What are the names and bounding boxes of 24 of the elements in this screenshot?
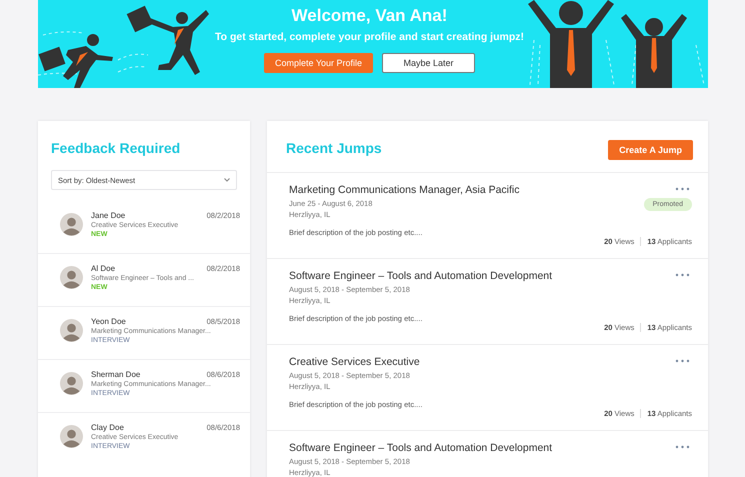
- more-options-icon[interactable]: [675, 359, 690, 363]
- recent-jumps-title: Recent Jumps: [286, 140, 382, 156]
- avatar-icon: [60, 425, 83, 448]
- more-options-icon[interactable]: [675, 187, 690, 191]
- chevron-icon: [224, 178, 230, 182]
- avatar-icon: [60, 319, 83, 342]
- avatar-icon: [60, 372, 83, 395]
- more-options-icon[interactable]: [675, 445, 690, 449]
- person-name: Sherman Doe: [91, 370, 140, 379]
- jump-title: Creative Services Executive: [289, 356, 421, 368]
- person-name: Jane Doe: [91, 211, 126, 220]
- jump-title: Software Engineer – Tools and Automation Development: [289, 442, 552, 454]
- jump-title: Marketing Communications Manager, Asia Pacific: [289, 184, 520, 196]
- person-name: Al Doe: [91, 264, 116, 273]
- person-name: Yeon Doe: [91, 317, 126, 326]
- avatar-icon: [60, 266, 83, 289]
- person-name: Clay Doe: [91, 423, 124, 432]
- avatar-icon: [60, 213, 83, 236]
- more-options-icon[interactable]: [675, 273, 690, 277]
- maybe-later-button[interactable]: Maybe Later: [382, 53, 476, 73]
- feedback-title: Feedback Required: [51, 140, 182, 156]
- welcome-title: Welcome, Van Ana!: [292, 6, 448, 26]
- jump-title: Software Engineer – Tools and Automation Development: [289, 270, 552, 282]
- welcome-subtitle: To get started, complete your profile and start creating jumpz!: [214, 31, 524, 43]
